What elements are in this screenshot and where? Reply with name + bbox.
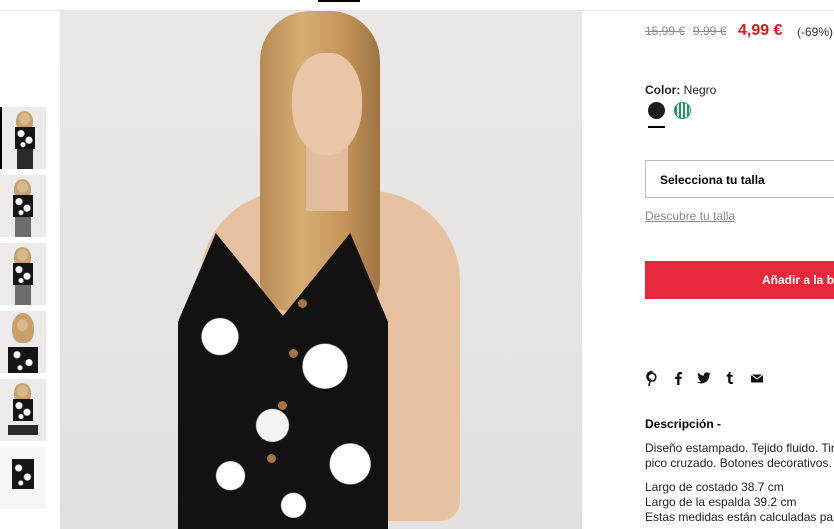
pinterest-icon[interactable] [644, 370, 660, 386]
thumbnail-full-body-side[interactable] [0, 243, 46, 305]
size-guide-link[interactable]: Descubre tu talla [645, 209, 735, 223]
selected-swatch-indicator [648, 126, 665, 128]
size-select[interactable]: Selecciona tu talla [645, 160, 834, 198]
main-product-image[interactable] [60, 11, 582, 529]
tumblr-icon[interactable] [722, 370, 738, 386]
color-swatch-green[interactable] [674, 102, 691, 119]
color-label: Color: Negro [645, 83, 717, 97]
original-price: 15,99 € [645, 24, 686, 38]
email-icon[interactable] [749, 370, 765, 386]
add-to-bag-button[interactable]: Añadir a la bolsa [645, 261, 834, 299]
thumbnail-seated[interactable] [0, 379, 46, 441]
twitter-icon[interactable] [696, 370, 712, 386]
previous-price: 9,99 € [693, 24, 727, 38]
description-title[interactable]: Descripción - [645, 417, 721, 431]
description-line: pico cruzado. Botones decorativos. [645, 456, 832, 470]
thumbnail-product[interactable] [0, 447, 46, 509]
thumbnail-close-up[interactable] [0, 311, 46, 373]
description-line: Estas medidas están calculadas para una … [645, 510, 834, 524]
color-swatch-black[interactable] [648, 102, 665, 119]
thumbnail-strip [0, 107, 47, 515]
thumbnail-full-body[interactable] [0, 175, 46, 237]
thumbnail-front[interactable] [0, 107, 46, 169]
discount-badge: (-69%) [797, 25, 834, 39]
product-page: 15,99 € 9,99 € 4,99 € (-69%) Color: Negr… [0, 0, 834, 529]
sale-price: 4,99 € [738, 22, 783, 39]
description-line: Diseño estampado. Tejido fluido. Tirante… [645, 441, 834, 455]
active-nav-indicator [318, 0, 360, 2]
selected-color: Negro [683, 83, 717, 97]
description-line: Largo de costado 38.7 cm [645, 480, 784, 494]
description-line: Largo de la espalda 39.2 cm [645, 495, 797, 509]
facebook-icon[interactable] [670, 370, 686, 386]
